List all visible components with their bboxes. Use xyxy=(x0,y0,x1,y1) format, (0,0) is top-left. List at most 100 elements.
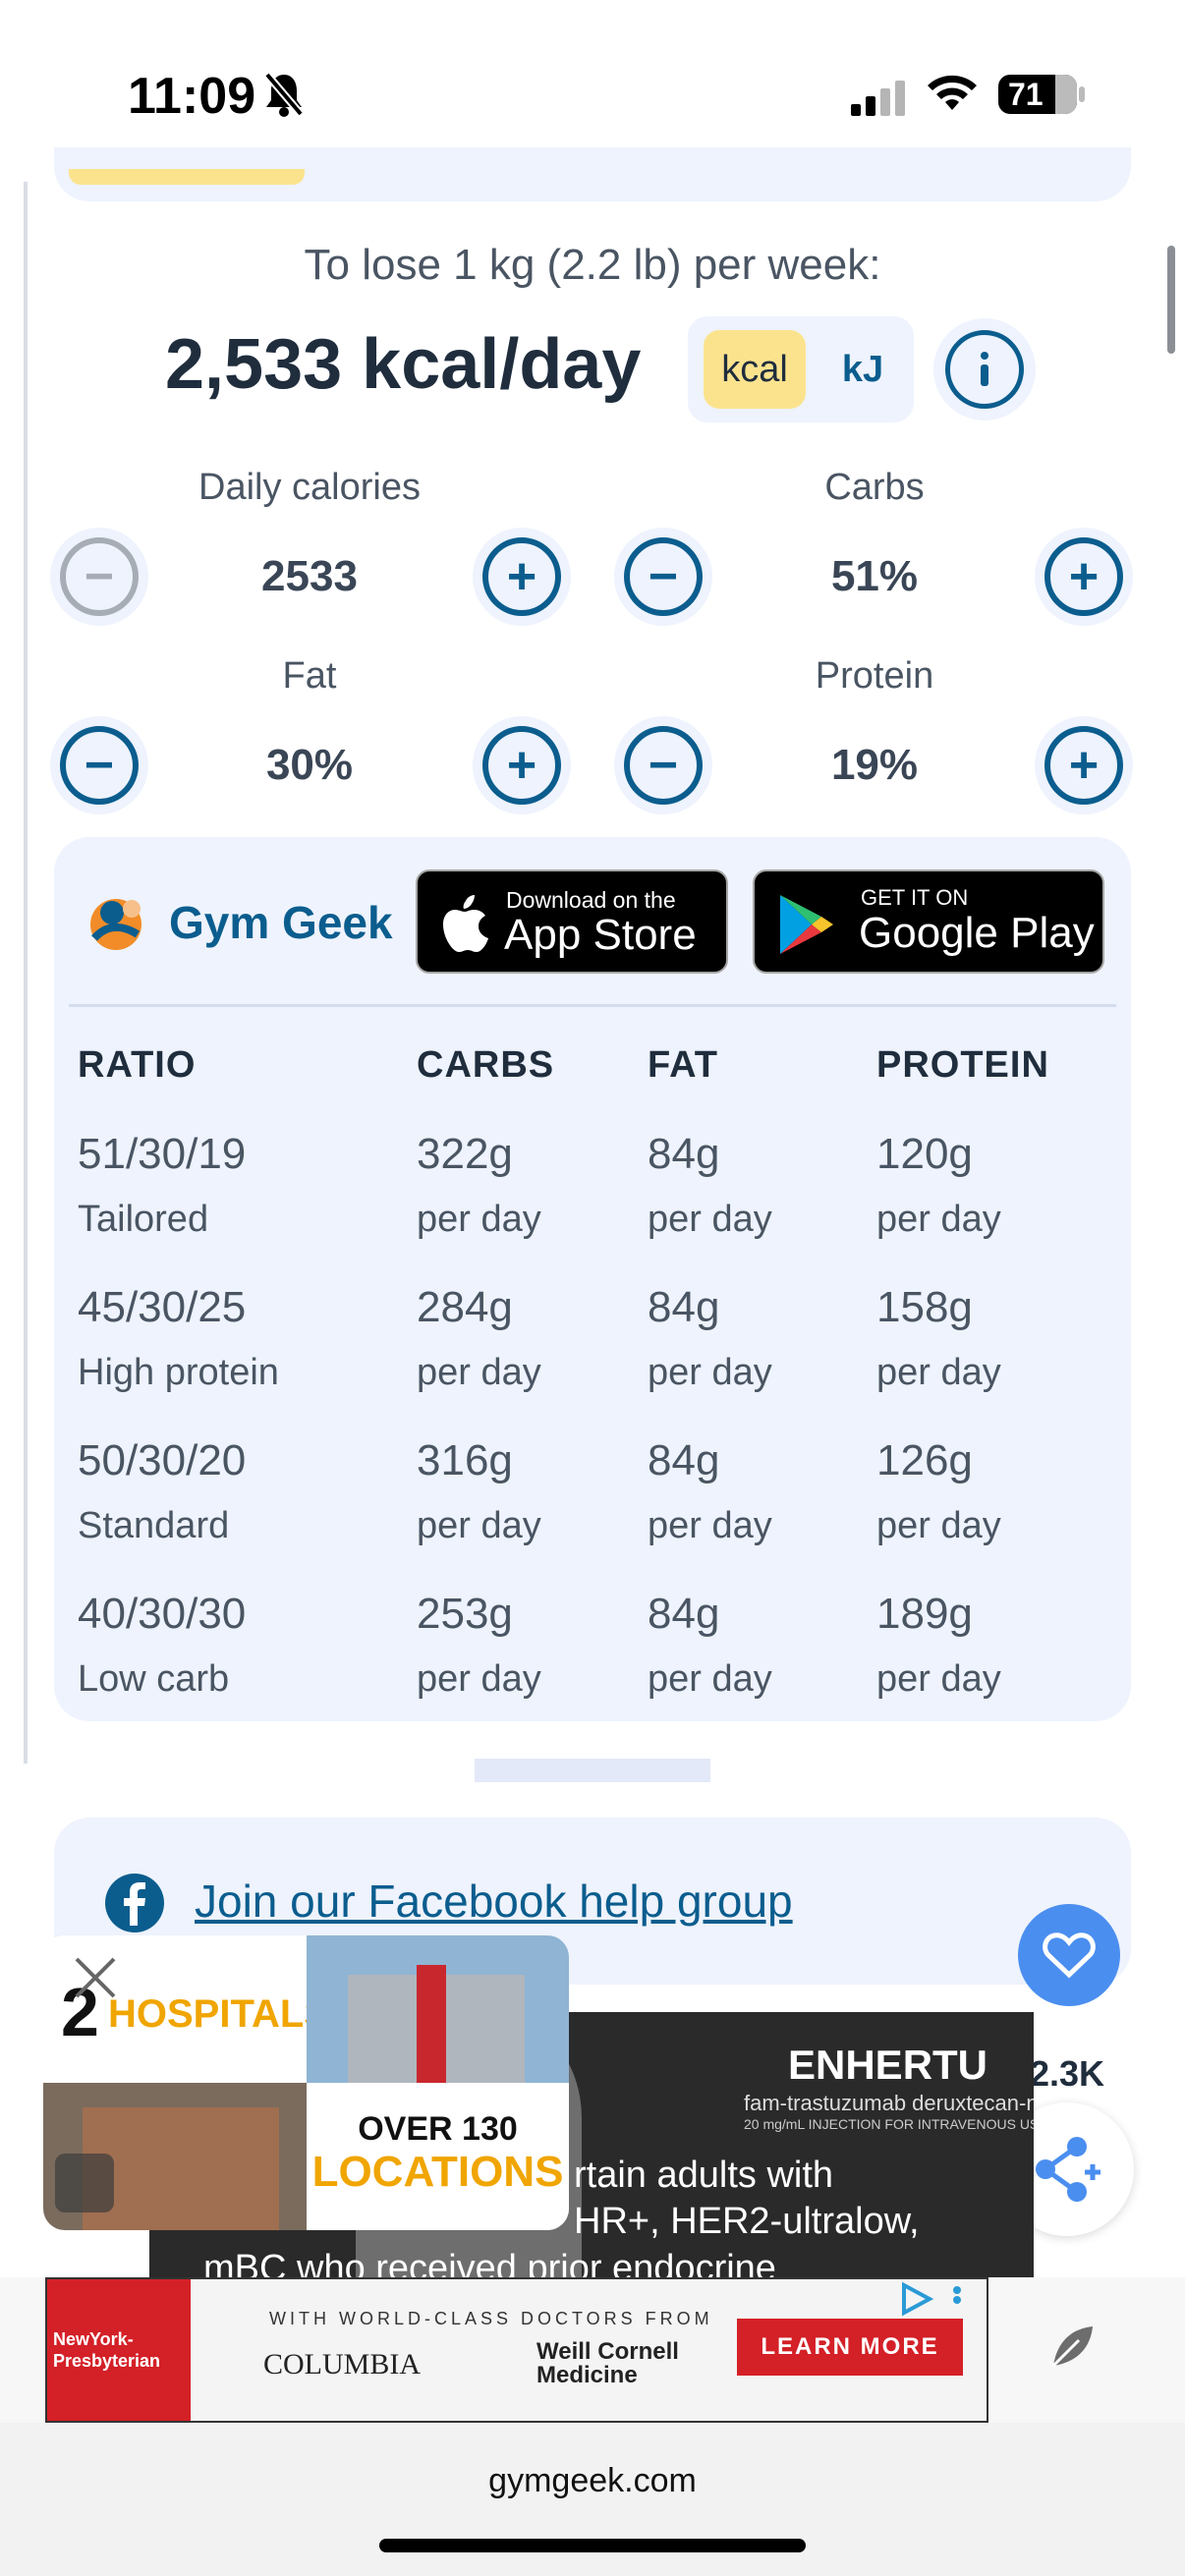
table-row-protein: 189g xyxy=(876,1590,973,1638)
table-row-ratio: 45/30/25 xyxy=(78,1283,247,1331)
enhertu-sub: fam-trastuzumab deruxtecan-nxki xyxy=(744,2091,1034,2115)
table-row-fat: 84g xyxy=(648,1130,720,1178)
weill-text: Weill Cornell Medicine xyxy=(536,2338,679,2388)
table-row-unit: per day xyxy=(417,1505,541,1546)
learn-more-button[interactable]: LEARN MORE xyxy=(737,2319,963,2376)
carbs-value: 51% xyxy=(830,552,919,600)
header-carbs: CARBS xyxy=(417,1044,555,1086)
table-row-unit: per day xyxy=(648,1505,772,1546)
calories-increase-button[interactable]: + xyxy=(482,537,561,616)
table-row-carbs: 253g xyxy=(417,1590,513,1638)
close-ad-icon[interactable] xyxy=(71,1953,120,2002)
columbia-text: COLUMBIA xyxy=(263,2348,422,2380)
table-row-name: Tailored xyxy=(78,1199,209,1240)
gym-geek-logo-icon xyxy=(83,889,149,961)
unit-kj-button[interactable]: kJ xyxy=(816,330,910,409)
heart-icon xyxy=(1043,1932,1096,1979)
ad-options-icon[interactable] xyxy=(951,2285,963,2315)
calories-value: 2533 xyxy=(261,552,358,600)
table-row-unit: per day xyxy=(876,1352,1001,1393)
table-row-unit: per day xyxy=(648,1352,772,1393)
ad-feather-icon[interactable] xyxy=(1047,2321,1099,2377)
fat-decrease-button[interactable]: − xyxy=(60,726,139,805)
daily-calories-label: Daily calories xyxy=(198,467,421,508)
table-row-fat: 84g xyxy=(648,1590,720,1638)
table-row-fat: 84g xyxy=(648,1283,720,1331)
gym-geek-brand: Gym Geek xyxy=(169,897,393,948)
wifi-icon xyxy=(926,73,979,119)
table-row-ratio: 51/30/19 xyxy=(78,1130,247,1178)
protein-increase-button[interactable]: + xyxy=(1044,726,1123,805)
table-row-fat: 84g xyxy=(648,1436,720,1484)
app-store-big-text: App Store xyxy=(504,911,697,959)
enhertu-brand: ENHERTU xyxy=(788,2042,988,2088)
ad-placeholder-bar xyxy=(475,1759,710,1782)
table-row-unit: per day xyxy=(648,1199,772,1240)
protein-decrease-button[interactable]: − xyxy=(624,726,703,805)
url-domain[interactable]: gymgeek.com xyxy=(0,2462,1185,2500)
table-row-protein: 120g xyxy=(876,1130,973,1178)
fat-value: 30% xyxy=(265,741,354,789)
carbs-label: Carbs xyxy=(824,467,925,508)
google-play-icon xyxy=(780,895,833,954)
table-row-unit: per day xyxy=(876,1658,1001,1700)
facebook-group-link[interactable]: Join our Facebook help group xyxy=(195,1875,793,1928)
table-row-unit: per day xyxy=(876,1505,1001,1546)
table-row-unit: per day xyxy=(417,1199,541,1240)
home-indicator xyxy=(379,2539,806,2552)
calorie-result: 2,533 kcal/day xyxy=(165,325,642,404)
table-row-unit: per day xyxy=(876,1199,1001,1240)
divider xyxy=(69,1004,1116,1007)
table-row-unit: per day xyxy=(417,1658,541,1700)
google-play-big-text: Google Play xyxy=(859,909,1095,957)
info-button[interactable] xyxy=(945,330,1024,409)
favorite-button[interactable] xyxy=(1018,1904,1120,2006)
table-row-unit: per day xyxy=(417,1352,541,1393)
info-icon xyxy=(981,352,988,386)
battery-icon: 71 xyxy=(998,75,1077,114)
protein-value: 19% xyxy=(830,741,919,789)
app-store-small-text: Download on the xyxy=(506,887,676,913)
carbs-increase-button[interactable]: + xyxy=(1044,537,1123,616)
table-row-ratio: 50/30/20 xyxy=(78,1436,247,1484)
fat-label: Fat xyxy=(282,655,337,697)
nyp-logo-text: NewYork-Presbyterian xyxy=(53,2329,161,2371)
table-row-ratio: 40/30/30 xyxy=(78,1590,247,1638)
unit-kcal-button[interactable]: kcal xyxy=(704,330,806,409)
enhertu-line1: rtain adults with xyxy=(574,2155,834,2196)
table-row-name: High protein xyxy=(78,1352,279,1393)
status-time: 11:09 xyxy=(128,68,256,125)
calories-decrease-button[interactable]: − xyxy=(60,537,139,616)
battery-level: 71 xyxy=(1008,76,1044,112)
google-play-button[interactable]: GET IT ON Google Play xyxy=(753,869,1104,974)
header-fat: FAT xyxy=(648,1044,718,1086)
fat-increase-button[interactable]: + xyxy=(482,726,561,805)
apple-icon xyxy=(443,895,488,952)
goal-text: To lose 1 kg (2.2 lb) per week: xyxy=(304,241,881,289)
hospital-overlay-ad[interactable]: 2 HOSPITALS OVER 130 LOCATIONS xyxy=(43,1935,569,2230)
table-row-unit: per day xyxy=(648,1658,772,1700)
table-row-carbs: 322g xyxy=(417,1130,513,1178)
table-row-protein: 126g xyxy=(876,1436,973,1484)
table-row-name: Standard xyxy=(78,1505,230,1546)
table-row-carbs: 284g xyxy=(417,1283,513,1331)
signal-icon xyxy=(851,81,906,121)
carbs-decrease-button[interactable]: − xyxy=(624,537,703,616)
table-row-carbs: 316g xyxy=(417,1436,513,1484)
table-row-name: Low carb xyxy=(78,1658,230,1700)
enhertu-line2: HR+, HER2-ultralow, xyxy=(574,2201,920,2242)
hospitals-word: HOSPITALS xyxy=(108,1992,330,2036)
adchoices-icon[interactable] xyxy=(898,2281,937,2317)
ad-mute-icon[interactable] xyxy=(55,2154,114,2212)
enhertu-line3: mBC who received prior endocrine xyxy=(203,2248,776,2277)
header-protein: PROTEIN xyxy=(876,1044,1049,1086)
locations-bottom: LOCATIONS xyxy=(311,2148,564,2196)
app-store-button[interactable]: Download on the App Store xyxy=(416,869,728,974)
header-ratio: RATIO xyxy=(78,1044,197,1086)
share-icon xyxy=(1036,2137,1100,2202)
bell-muted-icon xyxy=(263,71,305,123)
nyp-banner-ad[interactable]: NewYork-Presbyterian WITH WORLD-CLASS DO… xyxy=(45,2277,988,2423)
enhertu-sub2: 20 mg/mL INJECTION FOR INTRAVENOUS USE xyxy=(744,2116,1034,2132)
google-play-small-text: GET IT ON xyxy=(861,885,969,910)
table-row-protein: 158g xyxy=(876,1283,973,1331)
